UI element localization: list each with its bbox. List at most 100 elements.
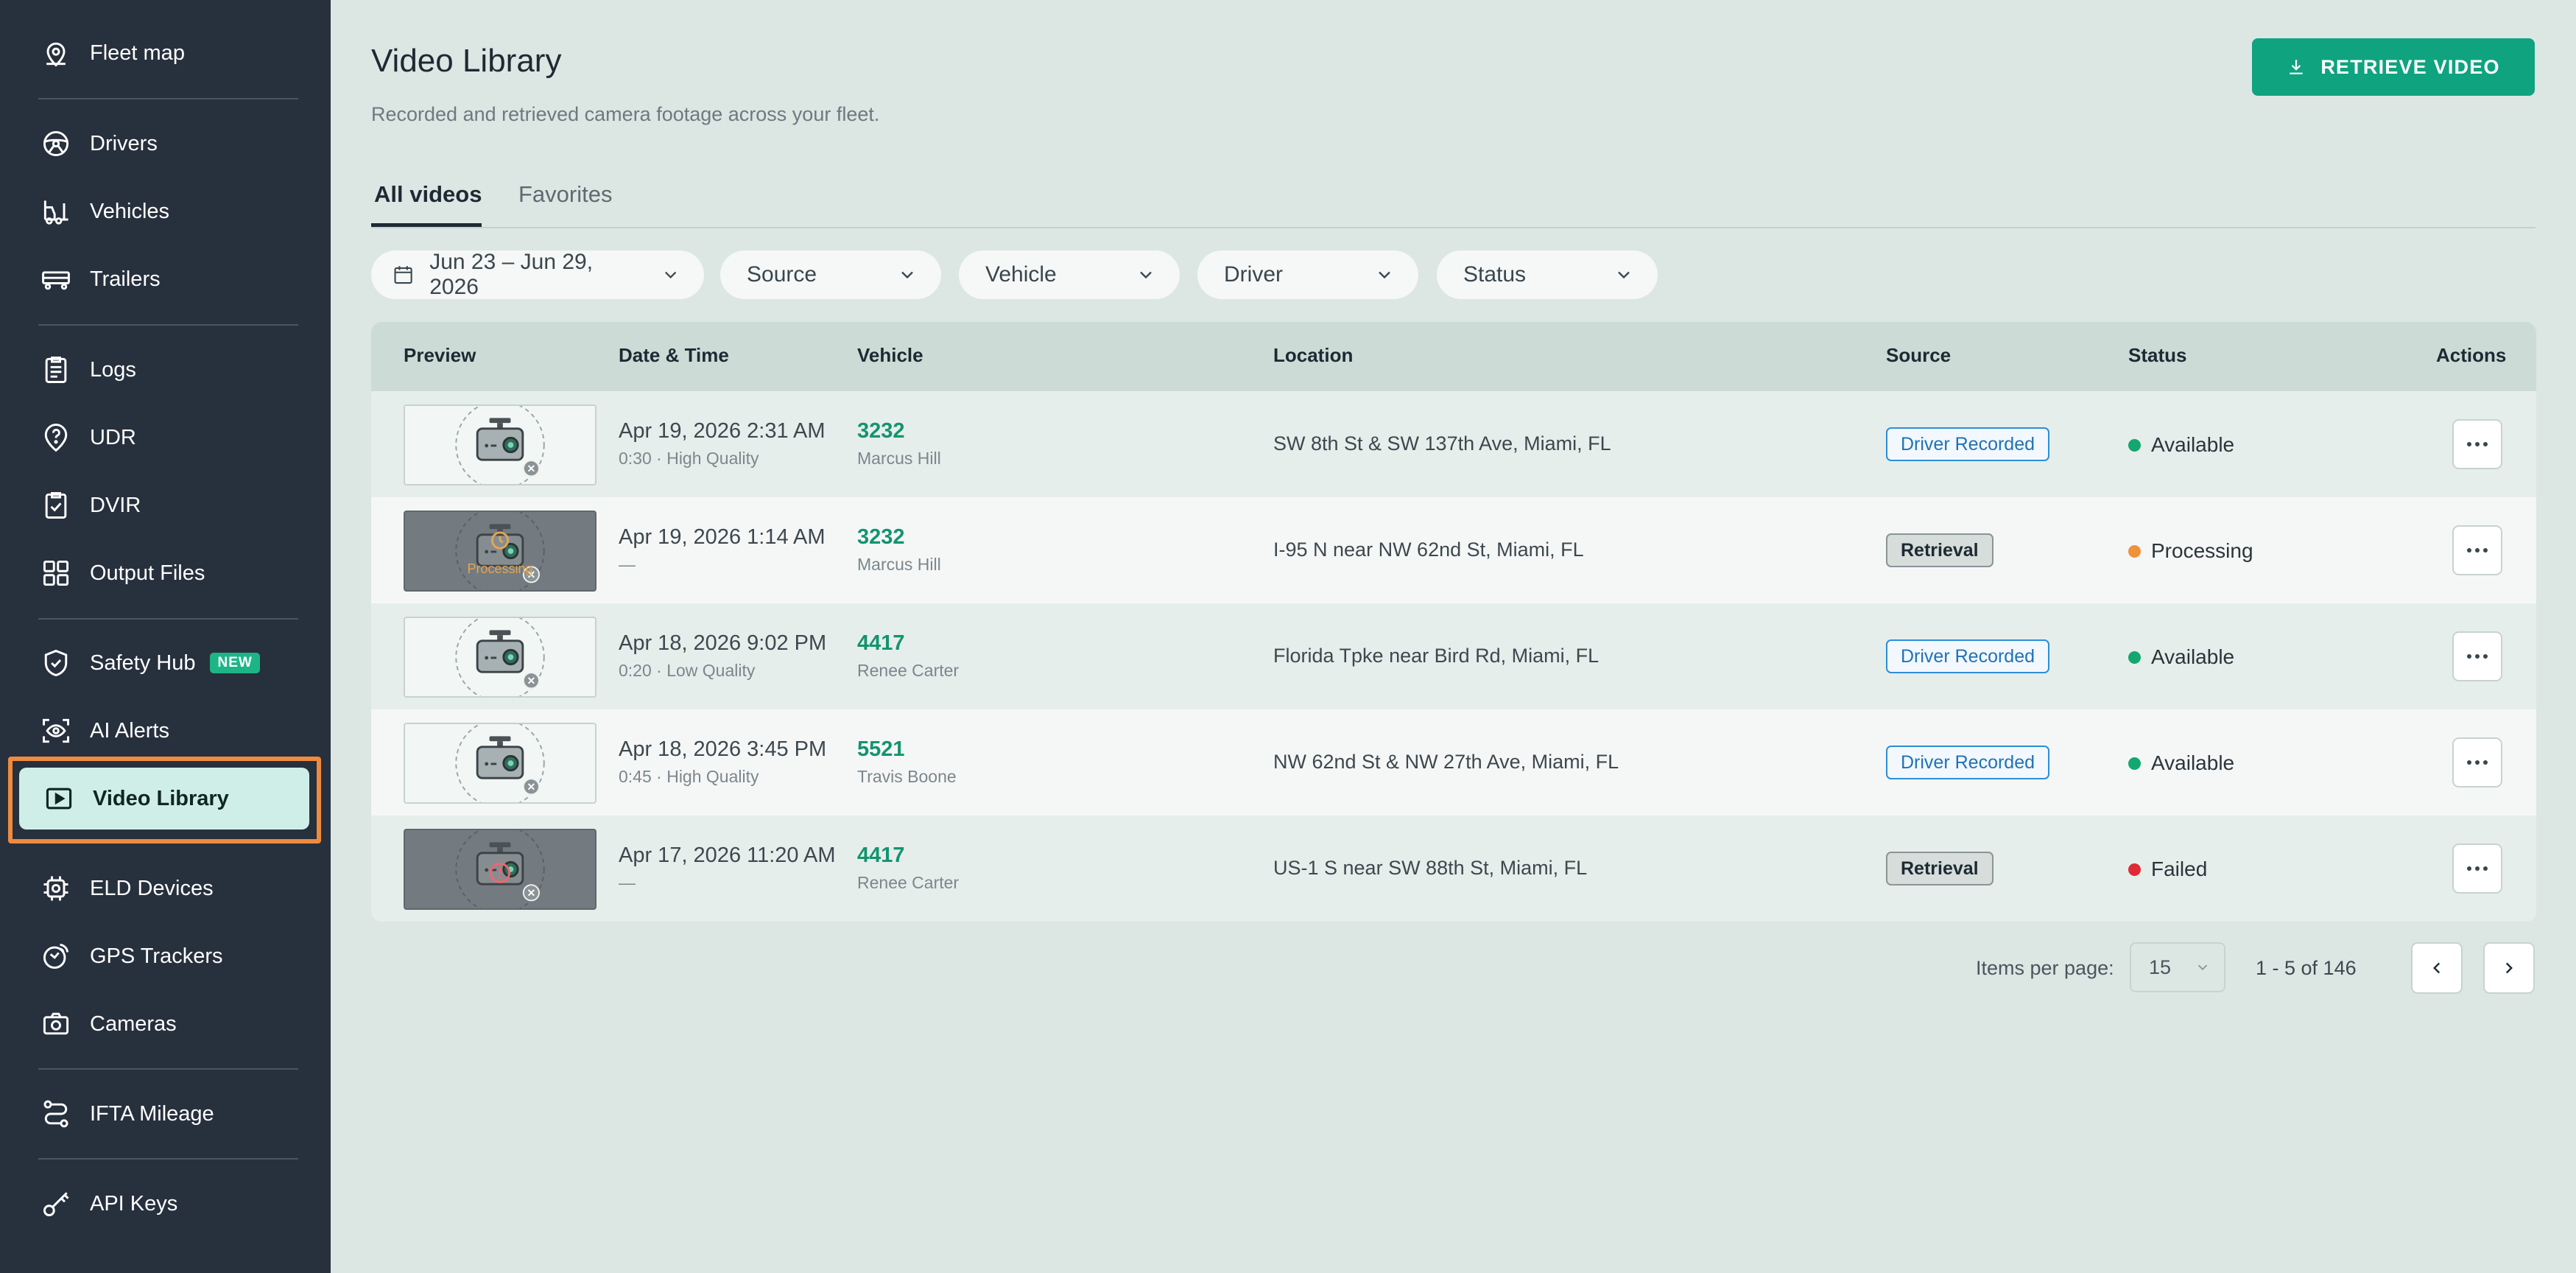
page-subtitle: Recorded and retrieved camera footage ac… xyxy=(371,103,880,125)
video-date-time: Apr 19, 2026 2:31 AM xyxy=(619,419,826,443)
main-content: Video Library Recorded and retrieved cam… xyxy=(331,0,2576,1273)
retrieve-video-button[interactable]: RETRIEVE VIDEO xyxy=(2252,38,2535,96)
sidebar-item-vehicles[interactable]: Vehicles xyxy=(16,180,323,242)
table-row[interactable]: Apr 18, 2026 3:45 PM 0:45 · High Quality 5… xyxy=(371,709,2536,816)
video-meta: — xyxy=(619,873,636,892)
video-date-time: Apr 18, 2026 3:45 PM xyxy=(619,737,827,761)
vehicle-link[interactable]: 4417 xyxy=(857,844,905,868)
sidebar-divider xyxy=(38,1158,298,1160)
row-actions-button[interactable] xyxy=(2452,419,2502,469)
tab-all-videos[interactable]: All videos xyxy=(374,181,482,208)
forklift-icon xyxy=(40,195,72,228)
driver-filter-label: Driver xyxy=(1224,262,1283,287)
table-row[interactable]: Processing Apr 19, 2026 1:14 AM — 3232 Marcu… xyxy=(371,497,2536,603)
sidebar-item-api-keys[interactable]: API Keys xyxy=(16,1173,323,1235)
status-dot xyxy=(2128,544,2141,558)
sidebar-item-eld-devices[interactable]: ELD Devices xyxy=(16,858,323,919)
driver-name: Renee Carter xyxy=(857,873,960,892)
chevron-down-icon xyxy=(2197,964,2208,971)
items-per-page-select[interactable]: 15 xyxy=(2130,942,2225,992)
status-dot xyxy=(2128,863,2141,876)
video-location: US-1 S near SW 88th St, Miami, FL xyxy=(1273,857,1588,879)
sidebar-item-cameras[interactable]: Cameras xyxy=(16,993,323,1055)
source-badge: Driver Recorded xyxy=(1886,639,2050,673)
close-badge-icon xyxy=(522,884,540,902)
sidebar-item-output-files[interactable]: Output Files xyxy=(16,542,323,604)
vehicle-filter[interactable]: Vehicle xyxy=(959,250,1180,299)
sidebar-item-fleet-map[interactable]: Fleet map xyxy=(16,22,323,84)
sidebar-item-udr[interactable]: UDR xyxy=(16,407,323,469)
date-range-filter[interactable]: Jun 23 – Jun 29, 2026 xyxy=(371,250,704,299)
more-horizontal-icon xyxy=(2467,442,2488,446)
driver-name: Marcus Hill xyxy=(857,555,941,574)
more-horizontal-icon xyxy=(2467,548,2488,553)
vehicle-filter-label: Vehicle xyxy=(985,262,1057,287)
driver-name: Marcus Hill xyxy=(857,449,941,468)
sidebar-item-video-library[interactable]: Video Library xyxy=(19,768,309,830)
sidebar-item-ifta-mileage[interactable]: IFTA Mileage xyxy=(16,1083,323,1145)
sidebar-divider xyxy=(38,1068,298,1070)
close-badge-icon xyxy=(522,672,540,690)
vehicle-link[interactable]: 4417 xyxy=(857,631,905,656)
sidebar-item-trailers[interactable]: Trailers xyxy=(16,248,323,310)
row-actions-button[interactable] xyxy=(2452,631,2502,681)
chevron-down-icon xyxy=(1140,271,1152,279)
video-thumbnail[interactable] xyxy=(404,829,597,910)
clipboard-icon xyxy=(40,354,72,386)
row-actions-button[interactable] xyxy=(2452,844,2502,894)
vehicle-link[interactable]: 3232 xyxy=(857,525,905,550)
video-location: SW 8th St & SW 137th Ave, Miami, FL xyxy=(1273,432,1611,455)
column-header-vehicle: Vehicle xyxy=(857,344,923,366)
sidebar-item-label: Trailers xyxy=(90,267,161,291)
sidebar-item-logs[interactable]: Logs xyxy=(16,339,323,401)
source-filter[interactable]: Source xyxy=(720,250,941,299)
table-row[interactable]: Apr 19, 2026 2:31 AM 0:30 · High Quality 3… xyxy=(371,391,2536,497)
sidebar-item-safety-hub[interactable]: Safety Hub NEW xyxy=(16,632,323,694)
page-title: Video Library xyxy=(371,43,562,79)
driver-filter[interactable]: Driver xyxy=(1197,250,1418,299)
sidebar-item-label: Output Files xyxy=(90,561,205,585)
column-header-location: Location xyxy=(1273,344,1354,366)
items-per-page-value: 15 xyxy=(2149,955,2172,978)
vehicle-link[interactable]: 5521 xyxy=(857,737,905,762)
status-filter[interactable]: Status xyxy=(1437,250,1658,299)
source-badge: Retrieval xyxy=(1886,852,1993,886)
status-indicator: Available xyxy=(2128,433,2234,457)
row-actions-button[interactable] xyxy=(2452,737,2502,788)
sidebar-item-gps-trackers[interactable]: GPS Trackers xyxy=(16,925,323,987)
camera-icon xyxy=(40,1008,72,1040)
source-badge: Retrieval xyxy=(1886,533,1993,567)
sidebar: Fleet map Drivers Vehicles Trailers Logs… xyxy=(0,0,331,1273)
row-actions-button[interactable] xyxy=(2452,525,2502,575)
video-thumbnail[interactable] xyxy=(404,617,597,698)
close-badge-icon xyxy=(522,460,540,477)
sidebar-item-label: UDR xyxy=(90,425,136,449)
close-badge-icon xyxy=(522,778,540,796)
source-badge: Driver Recorded xyxy=(1886,746,2050,779)
ai-eye-icon xyxy=(40,715,72,747)
table-row[interactable]: Apr 17, 2026 11:20 AM — 4417 Renee Carter US… xyxy=(371,816,2536,922)
calendar-icon xyxy=(394,266,412,284)
sidebar-divider xyxy=(38,324,298,326)
status-filter-label: Status xyxy=(1463,262,1527,287)
tab-favorites[interactable]: Favorites xyxy=(518,181,612,208)
video-date-time: Apr 19, 2026 1:14 AM xyxy=(619,525,826,549)
chip-icon xyxy=(40,872,72,905)
video-meta: 0:30 · High Quality xyxy=(619,449,759,468)
sidebar-item-ai-alerts[interactable]: AI Alerts xyxy=(16,700,323,762)
sidebar-item-dvir[interactable]: DVIR xyxy=(16,474,323,536)
previous-page-button[interactable] xyxy=(2411,942,2463,994)
status-indicator: Available xyxy=(2128,751,2234,775)
download-icon xyxy=(2290,60,2303,74)
video-thumbnail[interactable]: Processing xyxy=(404,511,597,592)
sidebar-item-drivers[interactable]: Drivers xyxy=(16,113,323,175)
next-page-button[interactable] xyxy=(2483,942,2535,994)
video-date-time: Apr 17, 2026 11:20 AM xyxy=(619,844,836,867)
sidebar-divider xyxy=(38,618,298,620)
status-label: Available xyxy=(2151,433,2235,456)
video-thumbnail[interactable] xyxy=(404,723,597,804)
video-thumbnail[interactable] xyxy=(404,404,597,485)
table-row[interactable]: Apr 18, 2026 9:02 PM 0:20 · Low Quality 44… xyxy=(371,603,2536,709)
vehicle-link[interactable]: 3232 xyxy=(857,419,905,443)
chevron-down-icon xyxy=(1618,271,1630,279)
